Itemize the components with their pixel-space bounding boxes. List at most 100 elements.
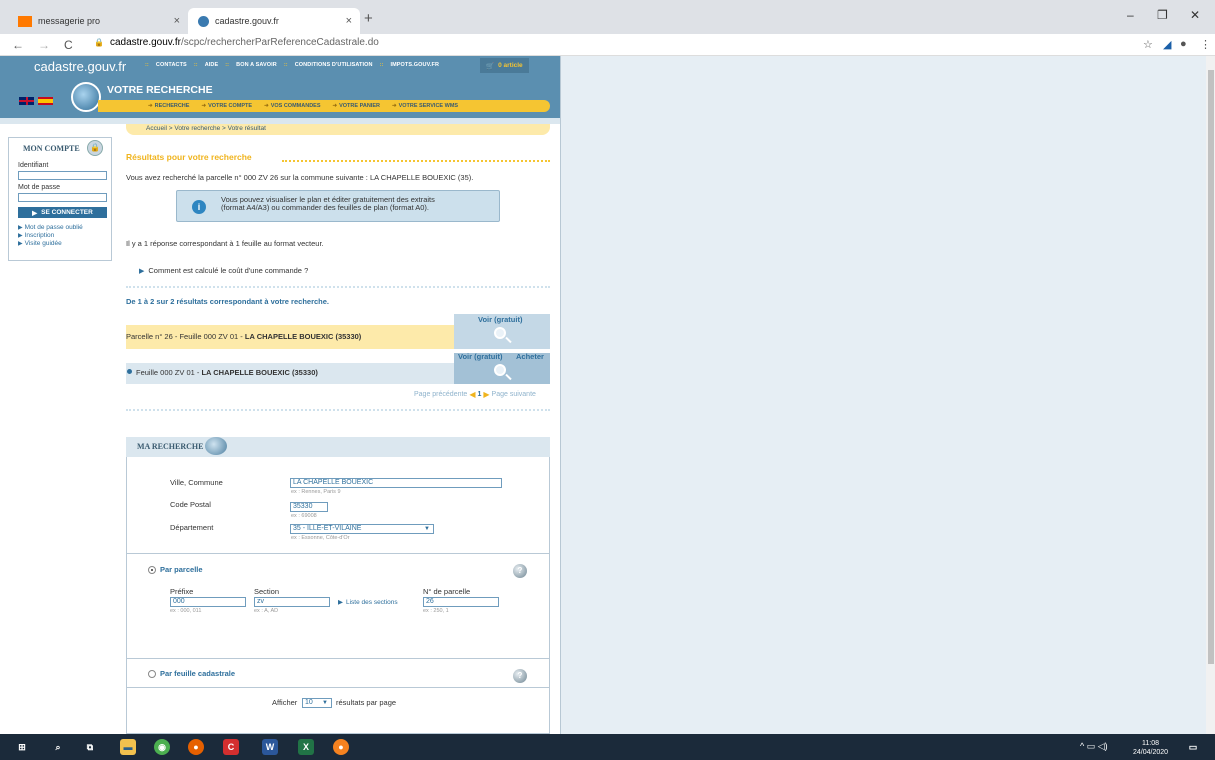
extension-icon[interactable]: ◢: [1163, 38, 1171, 51]
minimize-button[interactable]: –: [1127, 8, 1134, 22]
row-commune: LA CHAPELLE BOUEXIC (35330): [201, 368, 318, 377]
search-panel-title: MA RECHERCHE: [137, 442, 204, 451]
par-feuille-label[interactable]: Par feuille cadastrale: [160, 669, 235, 678]
ccleaner-icon[interactable]: C: [223, 739, 239, 755]
spanish-flag-icon[interactable]: [38, 97, 53, 105]
excel-icon[interactable]: X: [298, 739, 314, 755]
close-tab-icon[interactable]: ×: [174, 15, 180, 27]
cost-link[interactable]: Comment est calculé le coût d'une comman…: [139, 266, 308, 275]
forgot-password-link[interactable]: Mot de passe oublié: [18, 224, 83, 232]
back-icon[interactable]: ←: [12, 38, 26, 52]
par-parcelle-radio[interactable]: [148, 566, 156, 574]
profile-icon[interactable]: ●: [1180, 38, 1187, 50]
dropdown-arrow-icon: ▼: [322, 700, 328, 706]
search-icon[interactable]: ⌕: [50, 739, 66, 755]
english-flag-icon[interactable]: [19, 97, 34, 105]
tab-title: messagerie pro: [38, 16, 101, 26]
notifications-icon[interactable]: ▭: [1185, 739, 1201, 755]
result-row-feuille-text[interactable]: Feuille 000 ZV 01 - LA CHAPELLE BOUEXIC …: [136, 368, 318, 377]
ville-input[interactable]: LA CHAPELLE BOUEXIC: [290, 478, 502, 488]
chrome-icon[interactable]: ◉: [154, 739, 170, 755]
inscription-link[interactable]: Inscription: [18, 232, 83, 240]
subnav-panier[interactable]: VOTRE PANIER: [333, 103, 380, 109]
breadcrumb[interactable]: Accueil > Votre recherche > Votre résult…: [146, 125, 266, 132]
dept-value: 35 - ILLE-ET-VILAINE: [293, 525, 362, 532]
maximize-button[interactable]: ❐: [1157, 8, 1168, 22]
windows-taskbar: ⊞ ⌕ ⧉ ▬ ◉ ● C W X ● ^ ▭ ◁) 11:08 24/04/2…: [0, 734, 1215, 760]
prefixe-input[interactable]: 000: [170, 597, 246, 607]
tab-cadastre[interactable]: cadastre.gouv.fr ×: [188, 8, 360, 34]
identifiant-input[interactable]: [18, 171, 107, 180]
par-feuille-radio[interactable]: [148, 670, 156, 678]
close-tab-icon[interactable]: ×: [346, 15, 352, 27]
browser-tab-bar: messagerie pro × cadastre.gouv.fr × + – …: [0, 0, 1215, 34]
globe-favicon-icon: [198, 15, 209, 27]
prefixe-hint: ex : 000, 011: [170, 608, 202, 614]
nav-aide[interactable]: AIDE: [205, 62, 219, 68]
nav-bon-a-savoir[interactable]: BON A SAVOIR: [236, 62, 277, 68]
nav-contacts[interactable]: CONTACTS: [156, 62, 187, 68]
result-row-parcelle-text[interactable]: Parcelle n° 26 - Feuille 000 ZV 01 - LA …: [126, 332, 361, 341]
globe-icon: [71, 82, 101, 112]
cp-input[interactable]: 35330: [290, 502, 328, 512]
per-page-value: 10: [305, 699, 313, 706]
connect-button[interactable]: ▶ SE CONNECTER: [18, 207, 107, 218]
lock-icon: 🔒: [94, 38, 104, 47]
task-view-icon[interactable]: ⧉: [82, 739, 98, 755]
voir-gratuit-label: Voir (gratuit): [458, 352, 503, 361]
file-explorer-icon[interactable]: ▬: [120, 739, 136, 755]
next-page-link[interactable]: Page suivante: [492, 391, 536, 398]
page-number[interactable]: 1: [477, 391, 481, 398]
new-tab-button[interactable]: +: [364, 10, 373, 27]
clock[interactable]: 11:08 24/04/2020: [1133, 739, 1168, 757]
window-close-button[interactable]: ✕: [1190, 8, 1200, 22]
menu-icon[interactable]: ⋮: [1200, 38, 1211, 51]
scrollbar-thumb[interactable]: [1208, 70, 1214, 664]
row-prefix: Feuille 000 ZV 01 -: [136, 368, 202, 377]
sub-navigation: RECHERCHE VOTRE COMPTE VOS COMMANDES VOT…: [148, 103, 458, 109]
chevron-right-icon[interactable]: ▶: [483, 390, 489, 399]
par-parcelle-label[interactable]: Par parcelle: [160, 565, 203, 574]
sections-list-link[interactable]: Liste des sections: [338, 598, 398, 606]
bookmark-star-icon[interactable]: ☆: [1143, 38, 1153, 51]
subnav-compte[interactable]: VOTRE COMPTE: [201, 103, 252, 109]
subnav-commandes[interactable]: VOS COMMANDES: [264, 103, 321, 109]
info-text: Vous pouvez visualiser le plan et éditer…: [221, 196, 435, 212]
dept-select[interactable]: 35 - ILLE-ET-VILAINE ▼: [290, 524, 434, 534]
password-input[interactable]: [18, 193, 107, 202]
word-icon[interactable]: W: [262, 739, 278, 755]
reload-icon[interactable]: C: [64, 38, 78, 52]
site-logo[interactable]: cadastre.gouv.fr: [34, 59, 126, 74]
parcelle-input[interactable]: 26: [423, 597, 499, 607]
voir-gratuit-feuille-button[interactable]: Voir (gratuit) Acheter: [454, 352, 550, 384]
cart-count: 0 article: [498, 62, 523, 69]
search-summary: Vous avez recherché la parcelle n° 000 Z…: [126, 173, 474, 182]
result-count: De 1 à 2 sur 2 résultats correspondant à…: [126, 297, 330, 306]
tab-messagerie[interactable]: messagerie pro ×: [8, 8, 188, 34]
cp-label: Code Postal: [170, 500, 211, 509]
address-bar[interactable]: 🔒 cadastre.gouv.fr /scpc/rechercherParRe…: [94, 37, 379, 48]
chevron-left-icon[interactable]: ◀: [469, 390, 475, 399]
app-orange-icon[interactable]: ●: [333, 739, 349, 755]
section-title: VOTRE RECHERCHE: [107, 84, 213, 96]
help-icon[interactable]: ?: [513, 564, 527, 578]
nav-conditions[interactable]: CONDITIONS D'UTILISATION: [295, 62, 373, 68]
visite-guidee-link[interactable]: Visite guidée: [18, 240, 83, 248]
connect-label: SE CONNECTER: [41, 209, 93, 216]
prev-page-link[interactable]: Page précédente: [414, 391, 467, 398]
system-tray-icons[interactable]: ^ ▭ ◁): [1080, 741, 1108, 752]
acheter-button[interactable]: Acheter: [516, 352, 544, 361]
per-page-select[interactable]: 10 ▼: [302, 698, 332, 708]
cart-button[interactable]: 🛒 0 article: [480, 58, 529, 73]
subnav-wms[interactable]: VOTRE SERVICE WMS: [392, 103, 459, 109]
section-input[interactable]: zv: [254, 597, 330, 607]
windows-start-icon[interactable]: ⊞: [14, 739, 30, 755]
help-icon[interactable]: ?: [513, 669, 527, 683]
forward-icon[interactable]: →: [38, 38, 52, 52]
subnav-recherche[interactable]: RECHERCHE: [148, 103, 190, 109]
orange-favicon-icon: [18, 15, 32, 27]
nav-impots[interactable]: IMPOTS.GOUV.FR: [390, 62, 439, 68]
title-underline: [282, 160, 550, 162]
firefox-icon[interactable]: ●: [188, 739, 204, 755]
voir-gratuit-button[interactable]: Voir (gratuit): [454, 314, 550, 349]
